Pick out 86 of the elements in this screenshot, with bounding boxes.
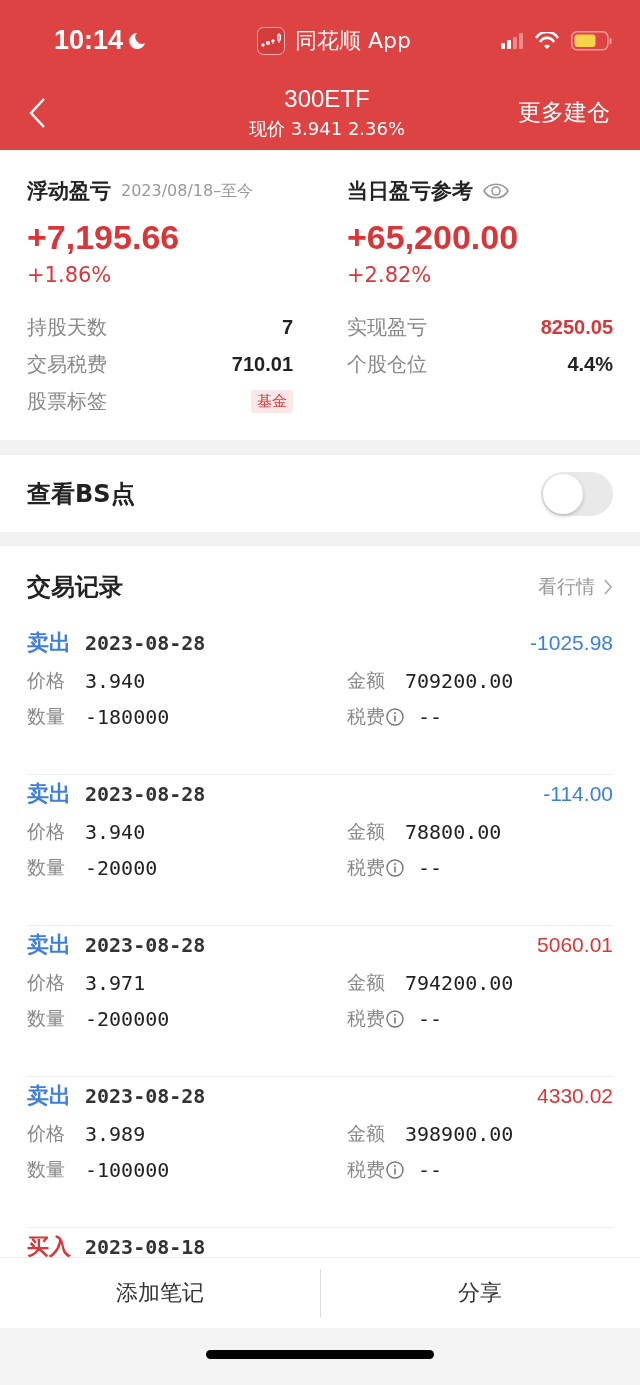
trade-type: 买入: [27, 1233, 71, 1257]
field-label: 金额: [347, 1121, 385, 1146]
floating-pnl-value: +7,195.66: [27, 218, 181, 257]
field-value: 3.940: [85, 669, 146, 693]
status-time: 10:14: [54, 25, 124, 56]
trade-result: -114.00: [543, 782, 613, 806]
stat-value: 710.01: [231, 353, 293, 376]
info-icon: [386, 708, 404, 726]
field-label: 金额: [347, 970, 385, 995]
field-value: 78800.00: [405, 820, 502, 844]
field-value: 794200.00: [405, 971, 514, 995]
trade-date: 2023-08-28: [85, 933, 206, 957]
stat-label: 股票标签: [27, 388, 107, 415]
field-value: 709200.00: [405, 669, 514, 693]
field-value: --: [418, 856, 443, 880]
field-value: -200000: [85, 1007, 170, 1031]
info-icon: [386, 1010, 404, 1028]
field-value: 3.989: [85, 1122, 146, 1146]
page-title: 300ETF: [284, 84, 370, 113]
date-range: 2023/08/18–至今: [121, 180, 254, 202]
signal-icon: [501, 32, 523, 49]
daily-pnl-label: 当日盈亏参考: [347, 178, 473, 205]
stat-value: 8250.05: [540, 316, 613, 339]
trade-date: 2023-08-18: [85, 1235, 206, 1257]
field-label: 金额: [347, 819, 385, 844]
field-label: 数量: [27, 1157, 65, 1182]
bs-points-label: 查看BS点: [27, 478, 135, 510]
trade-type: 卖出: [27, 931, 71, 959]
stat-label: 个股仓位: [347, 351, 427, 378]
wifi-icon: [535, 31, 559, 50]
info-icon: [386, 1161, 404, 1179]
field-value: --: [418, 1007, 443, 1031]
stat-value: 4.4%: [567, 353, 613, 376]
daily-pnl-value: +65,200.00: [347, 218, 520, 257]
stat-label: 实现盈亏: [347, 314, 427, 341]
toggle-switch[interactable]: [541, 471, 613, 516]
field-label: 价格: [27, 970, 65, 995]
field-label: 税费: [347, 1006, 385, 1031]
add-note-button[interactable]: 添加笔记: [0, 1269, 320, 1317]
fund-tag: 基金: [251, 390, 293, 413]
trade-type: 卖出: [27, 1082, 71, 1110]
field-label: 金额: [347, 668, 385, 693]
current-price: 现价 3.941 2.36%: [248, 116, 406, 141]
back-icon: [28, 96, 46, 129]
field-label: 税费: [347, 704, 385, 729]
floating-pnl-percent: +1.86%: [27, 263, 113, 287]
field-value: --: [418, 1158, 443, 1182]
field-label: 数量: [27, 704, 65, 729]
moon-icon: [127, 30, 148, 51]
field-value: --: [418, 705, 443, 729]
trade-result: -1025.98: [530, 631, 613, 655]
info-icon: [386, 859, 404, 877]
stat-value: 7: [281, 316, 293, 339]
field-label: 价格: [27, 819, 65, 844]
back-button[interactable]: [28, 96, 46, 129]
daily-pnl-percent: +2.82%: [347, 263, 433, 287]
battery-icon: [571, 30, 612, 51]
field-label: 税费: [347, 855, 385, 880]
eye-icon: [483, 181, 509, 201]
field-label: 数量: [27, 855, 65, 880]
trade-type: 卖出: [27, 780, 71, 808]
field-value: 3.971: [85, 971, 146, 995]
trade-date: 2023-08-28: [85, 782, 206, 806]
add-position-button[interactable]: 更多建仓: [518, 97, 610, 128]
app-label: 同花顺 App: [295, 26, 411, 55]
trade-result: 4330.02: [537, 1084, 613, 1108]
field-value: -100000: [85, 1158, 170, 1182]
share-button[interactable]: 分享: [319, 1269, 640, 1317]
field-value: -20000: [85, 856, 158, 880]
trade-result: 5060.01: [537, 933, 613, 957]
app-logo-icon: [257, 26, 286, 55]
field-label: 数量: [27, 1006, 65, 1031]
trade-date: 2023-08-28: [85, 631, 206, 655]
field-label: 价格: [27, 668, 65, 693]
floating-pnl-label: 浮动盈亏: [27, 178, 111, 205]
field-value: 398900.00: [405, 1122, 514, 1146]
stat-label: 持股天数: [27, 314, 107, 341]
trade-type: 卖出: [27, 629, 71, 657]
section-title: 交易记录: [27, 572, 123, 603]
chevron-icon: [603, 578, 613, 596]
field-value: 3.940: [85, 820, 146, 844]
trade-date: 2023-08-28: [85, 1084, 206, 1108]
field-label: 税费: [347, 1157, 385, 1182]
stat-label: 交易税费: [27, 351, 107, 378]
field-value: -180000: [85, 705, 170, 729]
field-label: 价格: [27, 1121, 65, 1146]
